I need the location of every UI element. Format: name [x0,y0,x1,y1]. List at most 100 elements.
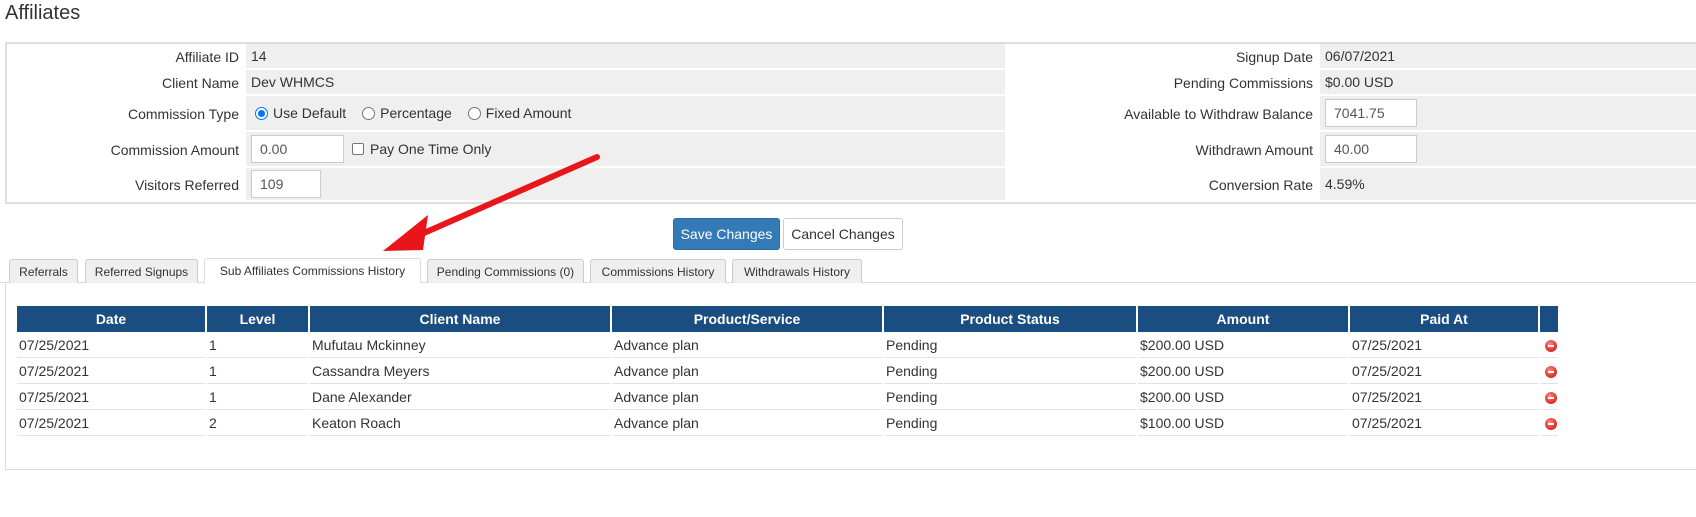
tab-sub-affiliates-commissions-history[interactable]: Sub Affiliates Commissions History [204,258,421,283]
col-date-header[interactable]: Date [17,306,205,332]
cell-paid-at: 07/25/2021 [1350,410,1538,436]
sub-affiliates-commissions-table: Date Level Client Name Product/Service P… [15,306,1560,436]
delete-icon[interactable] [1545,391,1557,404]
col-paid-at-header[interactable]: Paid At [1350,306,1538,332]
client-name-value: Dev WHMCS [246,70,1005,96]
cell-amount: $200.00 USD [1138,358,1348,384]
cell-date: 07/25/2021 [17,384,205,410]
cell-product-service: Advance plan [612,384,882,410]
info-row-commission-type: Commission Type Use Default Percentage F… [9,96,1696,132]
use-default-option[interactable]: Use Default [251,105,346,121]
available-balance-input[interactable]: 7041.75 [1325,99,1417,127]
affiliate-info-panel: Affiliate ID 14 Signup Date 06/07/2021 C… [5,42,1696,204]
pay-one-time-option[interactable]: Pay One Time Only [348,141,491,157]
delete-icon[interactable] [1545,417,1557,430]
cell-level: 1 [207,332,308,358]
cell-paid-at: 07/25/2021 [1350,358,1538,384]
available-balance-cell: 7041.75 [1320,96,1696,132]
info-row-client-name: Client Name Dev WHMCS Pending Commission… [9,70,1696,96]
tab-commissions-history[interactable]: Commissions History [590,259,726,283]
client-name-label: Client Name [9,70,246,96]
cell-product-service: Advance plan [612,410,882,436]
visitors-referred-label: Visitors Referred [9,168,246,202]
cell-product-status: Pending [884,384,1136,410]
tab-referred-signups[interactable]: Referred Signups [85,259,198,283]
available-balance-label: Available to Withdraw Balance [1005,96,1320,132]
info-row-commission-amount: Commission Amount 0.00 Pay One Time Only… [9,132,1696,168]
cell-product-service: Advance plan [612,358,882,384]
commission-type-options: Use Default Percentage Fixed Amount [246,96,1005,132]
fixed-amount-label: Fixed Amount [485,105,572,121]
use-default-radio[interactable] [255,106,268,120]
affiliate-id-label: Affiliate ID [9,44,246,70]
table-row: 07/25/2021 1 Mufutau Mckinney Advance pl… [17,332,1558,358]
cell-client-name: Keaton Roach [310,410,610,436]
percentage-option[interactable]: Percentage [358,105,452,121]
col-product-service-header[interactable]: Product/Service [612,306,882,332]
cell-actions [1540,410,1558,436]
table-row: 07/25/2021 2 Keaton Roach Advance plan P… [17,410,1558,436]
tab-withdrawals-history[interactable]: Withdrawals History [732,259,862,283]
commission-amount-cell: 0.00 Pay One Time Only [246,132,1005,168]
info-row-visitors: Visitors Referred 109 Conversion Rate 4.… [9,168,1696,202]
affiliate-id-value: 14 [246,44,1005,70]
conversion-rate-label: Conversion Rate [1005,168,1320,202]
pending-commissions-value: $0.00 USD [1320,70,1696,96]
fixed-amount-radio[interactable] [467,106,481,120]
cell-level: 2 [207,410,308,436]
page-title: Affiliates [5,2,81,24]
col-client-name-header[interactable]: Client Name [310,306,610,332]
withdrawn-amount-input[interactable]: 40.00 [1325,135,1417,163]
percentage-radio[interactable] [362,106,376,120]
conversion-rate-value: 4.59% [1320,168,1696,202]
cell-product-status: Pending [884,358,1136,384]
use-default-label: Use Default [273,105,347,121]
col-level-header[interactable]: Level [207,306,308,332]
save-changes-button[interactable]: Save Changes [673,218,780,250]
col-actions-header [1540,306,1558,332]
signup-date-label: Signup Date [1005,44,1320,70]
cancel-changes-button[interactable]: Cancel Changes [783,218,903,250]
cell-product-service: Advance plan [612,332,882,358]
visitors-referred-input[interactable]: 109 [251,170,321,198]
cell-product-status: Pending [884,332,1136,358]
cell-client-name: Cassandra Meyers [310,358,610,384]
cell-paid-at: 07/25/2021 [1350,332,1538,358]
info-row-affiliate-id: Affiliate ID 14 Signup Date 06/07/2021 [9,44,1696,70]
table-row: 07/25/2021 1 Dane Alexander Advance plan… [17,384,1558,410]
tab-pending-commissions[interactable]: Pending Commissions (0) [427,259,584,283]
cell-client-name: Mufutau Mckinney [310,332,610,358]
cell-level: 1 [207,358,308,384]
cell-date: 07/25/2021 [17,358,205,384]
signup-date-value: 06/07/2021 [1320,44,1696,70]
cell-actions [1540,384,1558,410]
pay-one-time-checkbox[interactable] [352,143,364,155]
pending-commissions-label: Pending Commissions [1005,70,1320,96]
cell-actions [1540,358,1558,384]
delete-icon[interactable] [1545,339,1557,352]
visitors-referred-cell: 109 [246,168,1005,202]
cell-date: 07/25/2021 [17,332,205,358]
cell-date: 07/25/2021 [17,410,205,436]
cell-actions [1540,332,1558,358]
withdrawn-amount-cell: 40.00 [1320,132,1696,168]
cell-amount: $200.00 USD [1138,384,1348,410]
table-header-row: Date Level Client Name Product/Service P… [17,306,1558,332]
table-row: 07/25/2021 1 Cassandra Meyers Advance pl… [17,358,1558,384]
commission-type-label: Commission Type [9,96,246,132]
cell-paid-at: 07/25/2021 [1350,384,1538,410]
col-product-status-header[interactable]: Product Status [884,306,1136,332]
cell-client-name: Dane Alexander [310,384,610,410]
fixed-amount-option[interactable]: Fixed Amount [464,105,572,121]
tab-referrals[interactable]: Referrals [9,259,78,283]
pay-one-time-label: Pay One Time Only [370,141,492,157]
percentage-label: Percentage [380,105,452,121]
commission-amount-input[interactable]: 0.00 [251,135,344,163]
arrow-head-icon [383,215,428,251]
cell-product-status: Pending [884,410,1136,436]
col-amount-header[interactable]: Amount [1138,306,1348,332]
commission-amount-label: Commission Amount [9,132,246,168]
delete-icon[interactable] [1545,365,1557,378]
cell-amount: $100.00 USD [1138,410,1348,436]
cell-amount: $200.00 USD [1138,332,1348,358]
